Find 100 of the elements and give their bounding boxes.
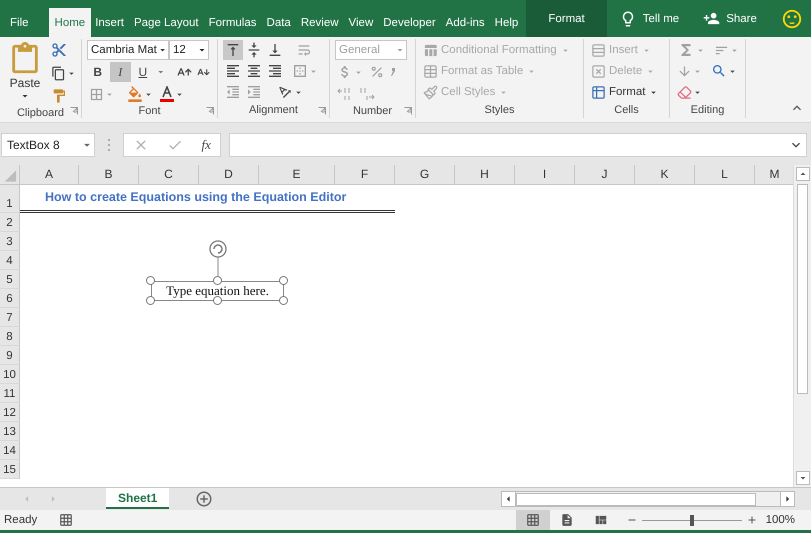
column-header[interactable]: I [515, 165, 575, 184]
column-header[interactable]: B [79, 165, 139, 184]
align-center-icon [246, 63, 262, 79]
sheet-tab[interactable]: Sheet1 [106, 488, 170, 509]
ribbon-tab[interactable]: Review [296, 8, 343, 37]
percent-icon [370, 65, 384, 79]
row-header[interactable]: 1 [0, 185, 20, 213]
resize-handle[interactable] [146, 276, 155, 285]
ribbon-tab[interactable]: Insert [91, 8, 128, 37]
increase-indent-icon [246, 84, 262, 100]
row-header[interactable]: 9 [0, 346, 20, 365]
format-painter-icon [51, 88, 67, 104]
dialog-launcher-icon[interactable] [318, 107, 326, 115]
column-header[interactable]: K [635, 165, 695, 184]
scroll-up-button[interactable] [796, 167, 810, 181]
row-header[interactable]: 12 [0, 403, 20, 422]
ribbon-tab[interactable]: Home [48, 8, 92, 37]
bottom-align-icon [267, 42, 283, 58]
paste-button[interactable]: Paste [5, 40, 45, 106]
scroll-thumb[interactable] [797, 184, 808, 394]
column-header[interactable]: A [20, 165, 79, 184]
merge-cells-icon [292, 63, 308, 79]
decrease-decimal-icon [359, 87, 375, 101]
resize-handle[interactable] [146, 296, 155, 305]
ribbon-tab[interactable]: Formulas [204, 8, 261, 37]
column-header[interactable]: F [335, 165, 395, 184]
fill-down-icon [677, 64, 692, 78]
zoom-level: 100% [766, 514, 795, 526]
group-label: Editing [690, 103, 724, 118]
font-name-field[interactable]: Cambria Mat [87, 40, 169, 60]
equation-box[interactable]: Type equation here. [151, 281, 284, 301]
row-header[interactable]: 5 [0, 270, 20, 289]
row-header[interactable]: 3 [0, 232, 20, 251]
font-color-icon [160, 86, 174, 102]
font-size-field[interactable]: 12 [169, 40, 209, 60]
font-style-button[interactable]: I [110, 62, 132, 82]
column-header[interactable]: E [259, 165, 335, 184]
resize-handle[interactable] [213, 276, 222, 285]
column-header[interactable]: D [199, 165, 259, 184]
status-text: Ready [4, 514, 38, 526]
tell-me-button[interactable]: Tell me [618, 10, 680, 28]
brush-icon [423, 84, 438, 100]
ribbon-tab[interactable]: Format [526, 0, 607, 37]
column-header[interactable]: G [395, 165, 455, 184]
row-header[interactable]: 10 [0, 365, 20, 384]
fill-color-icon [127, 86, 143, 102]
horizontal-scrollbar[interactable] [501, 491, 795, 507]
ribbon-tab[interactable]: Add-ins [442, 8, 489, 37]
resize-handle[interactable] [279, 296, 288, 305]
ribbon-tab[interactable]: Data [262, 8, 295, 37]
row-header[interactable]: 7 [0, 308, 20, 327]
scroll-left-button[interactable] [502, 492, 516, 506]
person-add-icon [703, 10, 720, 27]
comma-icon [390, 68, 395, 76]
share-button[interactable]: Share [703, 10, 757, 27]
column-header[interactable]: L [695, 165, 755, 184]
row-header[interactable]: 15 [0, 460, 20, 479]
column-header[interactable]: C [139, 165, 199, 184]
column-header[interactable]: H [455, 165, 515, 184]
scroll-thumb[interactable] [516, 492, 756, 506]
zoom-slider-thumb[interactable] [690, 514, 694, 526]
ribbon-tab[interactable]: Help [490, 8, 522, 37]
cells-command[interactable]: Format [589, 82, 662, 102]
formula-input[interactable] [229, 133, 807, 157]
resize-handle[interactable] [213, 296, 222, 305]
align-right-icon [267, 63, 283, 79]
align-left-icon [225, 63, 241, 79]
scroll-right-button[interactable] [780, 492, 794, 506]
row-header[interactable]: 2 [0, 213, 20, 232]
font-style-button[interactable]: B [87, 62, 109, 82]
name-box[interactable]: TextBox 8 [1, 133, 95, 157]
resize-handle[interactable] [279, 276, 288, 285]
top-align-button[interactable] [223, 40, 243, 60]
row-header[interactable]: 6 [0, 289, 20, 308]
ribbon-tab[interactable]: Developer [379, 8, 440, 37]
row-header[interactable]: 8 [0, 327, 20, 346]
row-header[interactable]: 11 [0, 384, 20, 403]
macro-recording-icon [59, 513, 74, 527]
grid-icon [526, 513, 540, 527]
cut-icon [51, 42, 67, 58]
scroll-down-button[interactable] [796, 471, 810, 485]
ribbon-tab[interactable]: View [344, 8, 378, 37]
row-header[interactable]: 14 [0, 441, 20, 460]
row-header[interactable]: 13 [0, 422, 20, 441]
orientation-icon [277, 84, 293, 100]
search-icon [711, 63, 727, 79]
insert-function-button[interactable]: fx [202, 137, 211, 153]
top-align-icon [225, 42, 241, 58]
sheet-title: How to create Equations using the Equation Editor [45, 190, 346, 204]
dialog-launcher-icon[interactable] [206, 107, 214, 115]
dialog-launcher-icon[interactable] [404, 107, 412, 115]
dialog-launcher-icon[interactable] [70, 107, 78, 115]
font-style-button[interactable]: U [132, 62, 154, 82]
row-header[interactable]: 4 [0, 251, 20, 270]
ribbon-tab[interactable]: Page Layout [130, 8, 203, 37]
ribbon-tab[interactable]: File [6, 8, 33, 37]
page-icon [560, 513, 574, 527]
normal-view-button[interactable] [516, 510, 550, 530]
zoom-in-button[interactable] [746, 514, 758, 526]
column-header[interactable]: J [575, 165, 635, 184]
